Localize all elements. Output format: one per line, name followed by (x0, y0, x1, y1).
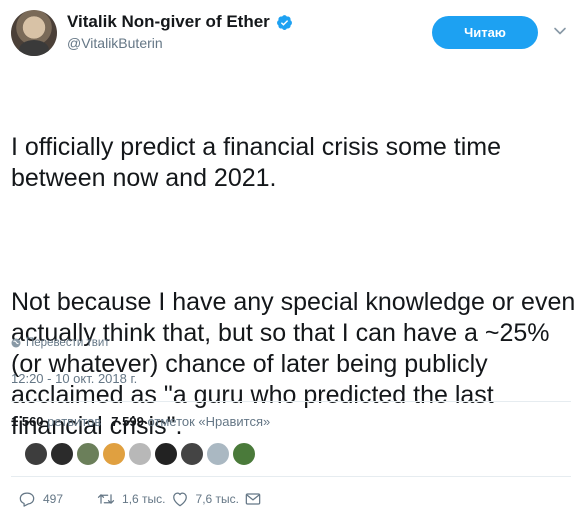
tweet-timestamp[interactable]: 12:20 - 10 окт. 2018 г. (11, 371, 137, 386)
retweets-stat[interactable]: 1 560 ретвитов (11, 414, 101, 429)
liker-avatar[interactable] (206, 442, 230, 466)
globe-icon (11, 338, 21, 348)
liker-avatar[interactable] (102, 442, 126, 466)
heart-icon (172, 492, 187, 507)
translate-tweet-link[interactable]: Перевести твит (11, 337, 110, 349)
liker-avatar[interactable] (128, 442, 152, 466)
liker-avatars (24, 442, 256, 466)
likes-label: отметок «Нравится» (147, 414, 271, 429)
translate-label[interactable]: Перевести твит (26, 337, 110, 349)
retweet-count: 1,6 тыс. (122, 492, 166, 506)
liker-avatar[interactable] (154, 442, 178, 466)
author-handle[interactable]: @VitalikButerin (67, 35, 163, 51)
author-display-name[interactable]: Vitalik Non-giver of Ether (67, 12, 270, 32)
direct-message-button[interactable] (243, 489, 263, 509)
like-count: 7,6 тыс. (195, 492, 239, 506)
reply-count: 497 (43, 492, 64, 506)
reply-button[interactable]: 497 (17, 489, 63, 509)
liker-avatar[interactable] (232, 442, 256, 466)
tweet-text: I officially predict a financial crisis … (11, 70, 577, 504)
likes-count: 7 599 (111, 414, 144, 429)
envelope-icon (245, 493, 261, 505)
tweet-stats: 1 560 ретвитов 7 599 отметок «Нравится» (11, 414, 270, 429)
following-button[interactable]: Читаю (432, 16, 538, 49)
retweets-count: 1 560 (11, 414, 44, 429)
like-button[interactable]: 7,6 тыс. (170, 489, 239, 509)
liker-avatar[interactable] (180, 442, 204, 466)
retweet-button[interactable]: 1,6 тыс. (96, 489, 166, 509)
reply-icon (19, 492, 35, 507)
liker-avatar[interactable] (76, 442, 100, 466)
divider (11, 476, 571, 477)
author-avatar[interactable] (11, 10, 57, 56)
tweet-actions: 497 1,6 тыс. 7,6 тыс. (11, 489, 263, 509)
retweet-icon (97, 494, 115, 504)
author-name-row: Vitalik Non-giver of Ether (67, 12, 293, 32)
liker-avatar[interactable] (50, 442, 74, 466)
liker-avatar[interactable] (24, 442, 48, 466)
tweet-paragraph: I officially predict a financial crisis … (11, 133, 508, 192)
chevron-down-icon[interactable] (553, 24, 567, 38)
retweets-label: ретвитов (47, 414, 102, 429)
verified-badge-icon (276, 14, 292, 30)
likes-stat[interactable]: 7 599 отметок «Нравится» (111, 414, 270, 429)
divider (11, 401, 571, 402)
